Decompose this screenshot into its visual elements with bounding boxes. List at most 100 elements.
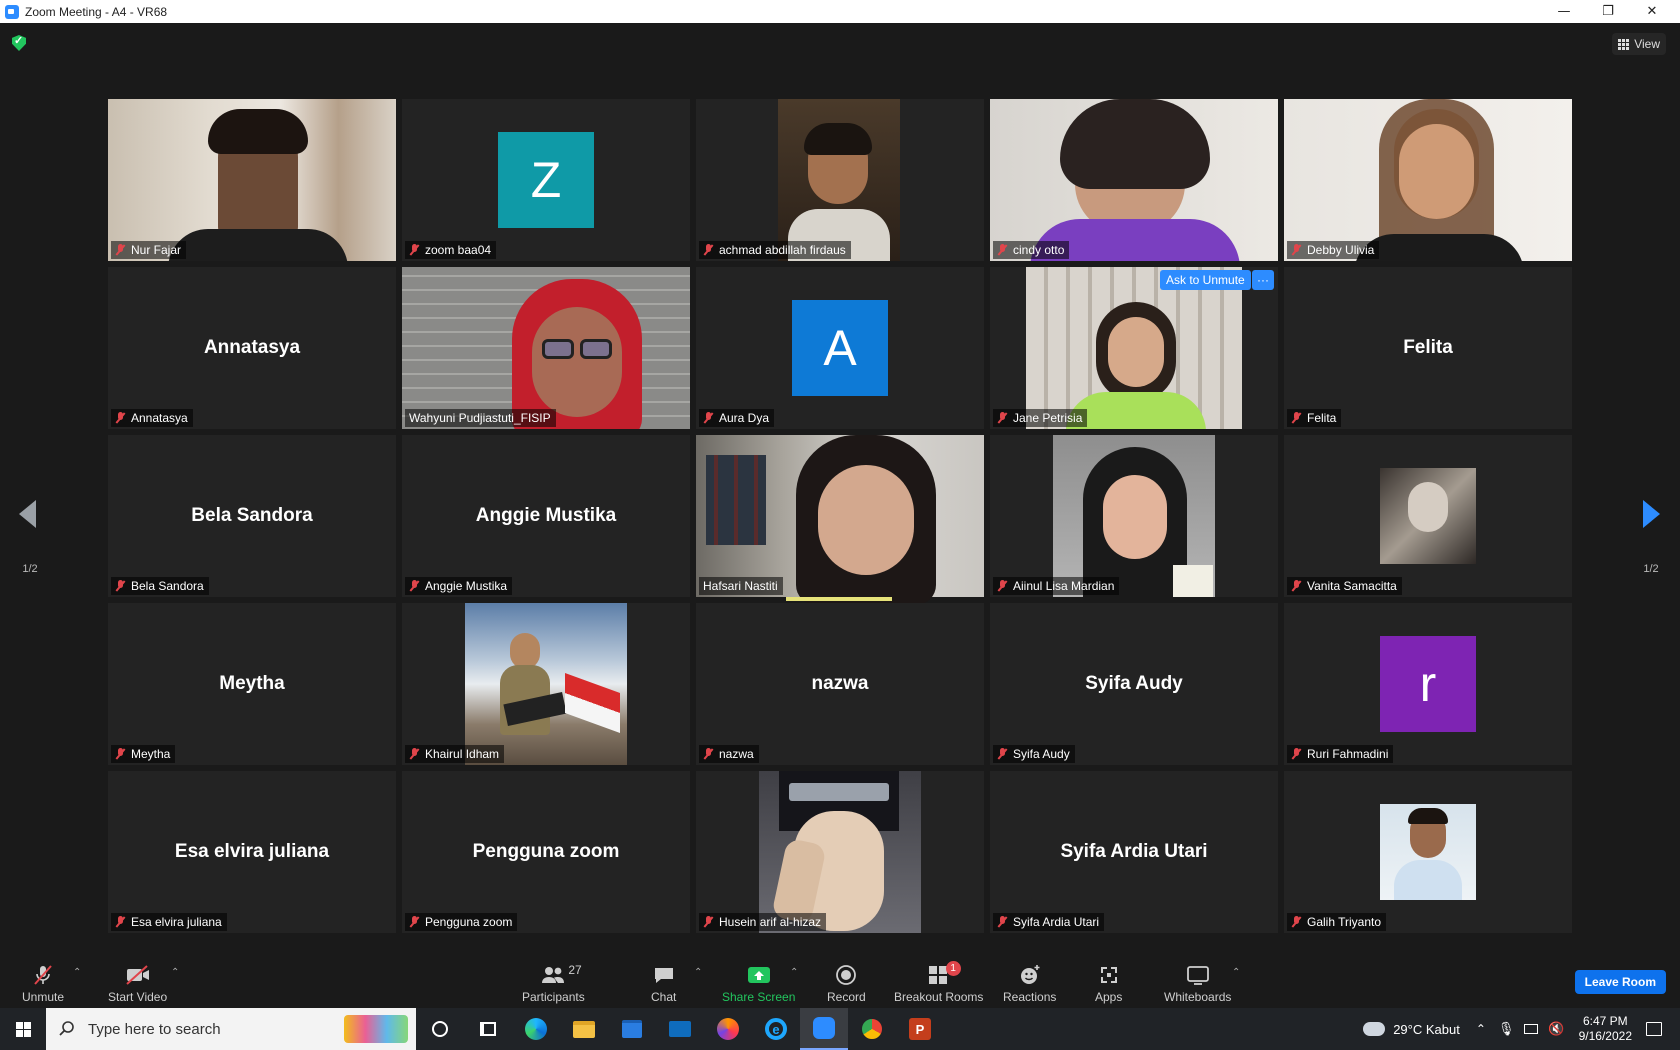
- participant-name-tag: Aiinul Lisa Mardian: [993, 577, 1120, 595]
- active-speaker-tile[interactable]: Wahyuni Pudjiastuti_FISIP: [402, 267, 690, 429]
- chat-button[interactable]: Chat: [651, 963, 676, 1004]
- video-tile[interactable]: Syifa Ardia Utari Syifa Ardia Utari: [990, 771, 1278, 933]
- close-window-button[interactable]: ✕: [1630, 0, 1674, 23]
- microsoft-store-icon[interactable]: [608, 1008, 656, 1050]
- participant-name-tag: Syifa Ardia Utari: [993, 913, 1105, 931]
- internet-explorer-icon[interactable]: e: [752, 1008, 800, 1050]
- show-hidden-icons-chevron-icon[interactable]: ⌃: [1476, 1022, 1486, 1036]
- participant-display-name: Annatasya: [203, 337, 301, 358]
- mail-icon[interactable]: [656, 1008, 704, 1050]
- video-tile[interactable]: Debby Ulivia: [1284, 99, 1572, 261]
- muted-mic-icon: [1291, 916, 1302, 928]
- zoom-app-icon: [5, 4, 19, 19]
- cortana-icon[interactable]: [416, 1008, 464, 1050]
- video-tile[interactable]: Meytha Meytha: [108, 603, 396, 765]
- participant-display-name: Bela Sandora: [191, 505, 313, 526]
- video-tile[interactable]: Annatasya Annatasya: [108, 267, 396, 429]
- task-view-icon[interactable]: [464, 1008, 512, 1050]
- breakout-rooms-button[interactable]: 1 Breakout Rooms: [894, 961, 983, 1004]
- record-button[interactable]: Record: [827, 963, 866, 1004]
- notifications-icon[interactable]: [1646, 1022, 1662, 1036]
- security-shield-icon[interactable]: [12, 35, 26, 51]
- participant-name-tag: Ruri Fahmadini: [1287, 745, 1394, 763]
- chat-bubble-icon: [652, 963, 676, 987]
- participant-display-name: Pengguna zoom: [472, 841, 620, 862]
- video-tile[interactable]: Z zoom baa04: [402, 99, 690, 261]
- video-tile[interactable]: Vanita Samacitta: [1284, 435, 1572, 597]
- video-tile[interactable]: Hafsari Nastiti: [696, 435, 984, 605]
- next-page-arrow-icon[interactable]: [1643, 500, 1660, 528]
- video-tile[interactable]: Esa elvira juliana Esa elvira juliana: [108, 771, 396, 933]
- muted-mic-icon: [1291, 412, 1302, 424]
- file-explorer-icon[interactable]: [560, 1008, 608, 1050]
- minimize-button[interactable]: —: [1542, 0, 1586, 23]
- volume-muted-icon[interactable]: 🔇: [1548, 1022, 1564, 1037]
- participant-name-tag: achmad abdillah firdaus: [699, 241, 851, 259]
- reactions-smiley-icon: [1018, 963, 1042, 987]
- video-tile[interactable]: achmad abdillah firdaus: [696, 99, 984, 261]
- firefox-icon[interactable]: [704, 1008, 752, 1050]
- restore-button[interactable]: ❐: [1586, 0, 1630, 23]
- microphone-icon[interactable]: 🎙: [1498, 1022, 1515, 1037]
- share-screen-icon: [746, 963, 772, 987]
- more-options-button[interactable]: ···: [1252, 270, 1274, 290]
- share-options-chevron-icon[interactable]: ⌃: [790, 967, 798, 978]
- taskbar-search-box[interactable]: Type here to search: [46, 1008, 416, 1050]
- chat-options-chevron-icon[interactable]: ⌃: [694, 967, 702, 978]
- audio-options-chevron-icon[interactable]: ⌃: [73, 967, 81, 978]
- whiteboards-button[interactable]: Whiteboards: [1164, 963, 1231, 1004]
- edge-browser-icon[interactable]: [512, 1008, 560, 1050]
- participant-display-name: Meytha: [219, 673, 285, 694]
- powerpoint-icon[interactable]: P: [896, 1008, 944, 1050]
- video-options-chevron-icon[interactable]: ⌃: [171, 967, 179, 978]
- video-tile[interactable]: Bela Sandora Bela Sandora: [108, 435, 396, 597]
- muted-mic-icon: [409, 748, 420, 760]
- muted-mic-icon: [703, 412, 714, 424]
- participant-name-tag: Hafsari Nastiti: [699, 577, 783, 595]
- video-tile[interactable]: r Ruri Fahmadini: [1284, 603, 1572, 765]
- share-screen-button[interactable]: Share Screen: [722, 963, 795, 1004]
- participant-name-tag: Galih Triyanto: [1287, 913, 1387, 931]
- participant-display-name: Syifa Ardia Utari: [1060, 841, 1208, 862]
- video-tile[interactable]: Galih Triyanto: [1284, 771, 1572, 933]
- participant-name-tag: Husein arif al-hizaz: [699, 913, 827, 931]
- video-tile[interactable]: Pengguna zoom Pengguna zoom: [402, 771, 690, 933]
- video-tile[interactable]: Aiinul Lisa Mardian: [990, 435, 1278, 597]
- participant-name-tag: Annatasya: [111, 409, 193, 427]
- video-tile[interactable]: nazwa nazwa: [696, 603, 984, 765]
- participant-name-tag: cindy otto: [993, 241, 1070, 259]
- ask-to-unmute-button[interactable]: Ask to Unmute: [1160, 270, 1251, 290]
- unmute-button[interactable]: Unmute: [22, 963, 64, 1004]
- muted-mic-icon: [115, 412, 126, 424]
- video-tile[interactable]: Ask to Unmute ··· Jane Petrisia: [990, 267, 1278, 429]
- video-tile[interactable]: A Aura Dya: [696, 267, 984, 429]
- video-tile[interactable]: Husein arif al-hizaz: [696, 771, 984, 933]
- participants-button[interactable]: 27 Participants: [522, 963, 585, 1004]
- video-tile[interactable]: Khairul Idham: [402, 603, 690, 765]
- video-tile[interactable]: Felita Felita: [1284, 267, 1572, 429]
- whiteboard-options-chevron-icon[interactable]: ⌃: [1232, 967, 1240, 978]
- video-feed: [990, 99, 1278, 261]
- video-tile[interactable]: Syifa Audy Syifa Audy: [990, 603, 1278, 765]
- taskbar-clock[interactable]: 6:47 PM 9/16/2022: [1579, 1014, 1632, 1044]
- apps-button[interactable]: Apps: [1095, 963, 1122, 1004]
- video-tile[interactable]: cindy otto: [990, 99, 1278, 261]
- network-icon[interactable]: [1524, 1024, 1539, 1034]
- video-tile[interactable]: Nur Fajar: [108, 99, 396, 261]
- video-feed: [696, 435, 984, 605]
- prev-page-arrow-icon[interactable]: [19, 500, 36, 528]
- muted-mic-icon: [703, 916, 714, 928]
- chrome-icon[interactable]: [848, 1008, 896, 1050]
- video-tile[interactable]: Anggie Mustika Anggie Mustika: [402, 435, 690, 597]
- reactions-button[interactable]: Reactions: [1003, 963, 1056, 1004]
- participant-name-tag: Pengguna zoom: [405, 913, 518, 931]
- view-button[interactable]: View: [1612, 33, 1666, 55]
- leave-room-button[interactable]: Leave Room: [1574, 970, 1666, 994]
- start-video-button[interactable]: Start Video: [108, 963, 167, 1004]
- zoom-taskbar-icon[interactable]: [800, 1008, 848, 1050]
- start-button[interactable]: [0, 1008, 46, 1050]
- video-feed: [465, 603, 627, 765]
- participant-avatar: A: [792, 300, 888, 396]
- weather-text[interactable]: 29°C Kabut: [1393, 1022, 1460, 1037]
- muted-mic-icon: [997, 244, 1008, 256]
